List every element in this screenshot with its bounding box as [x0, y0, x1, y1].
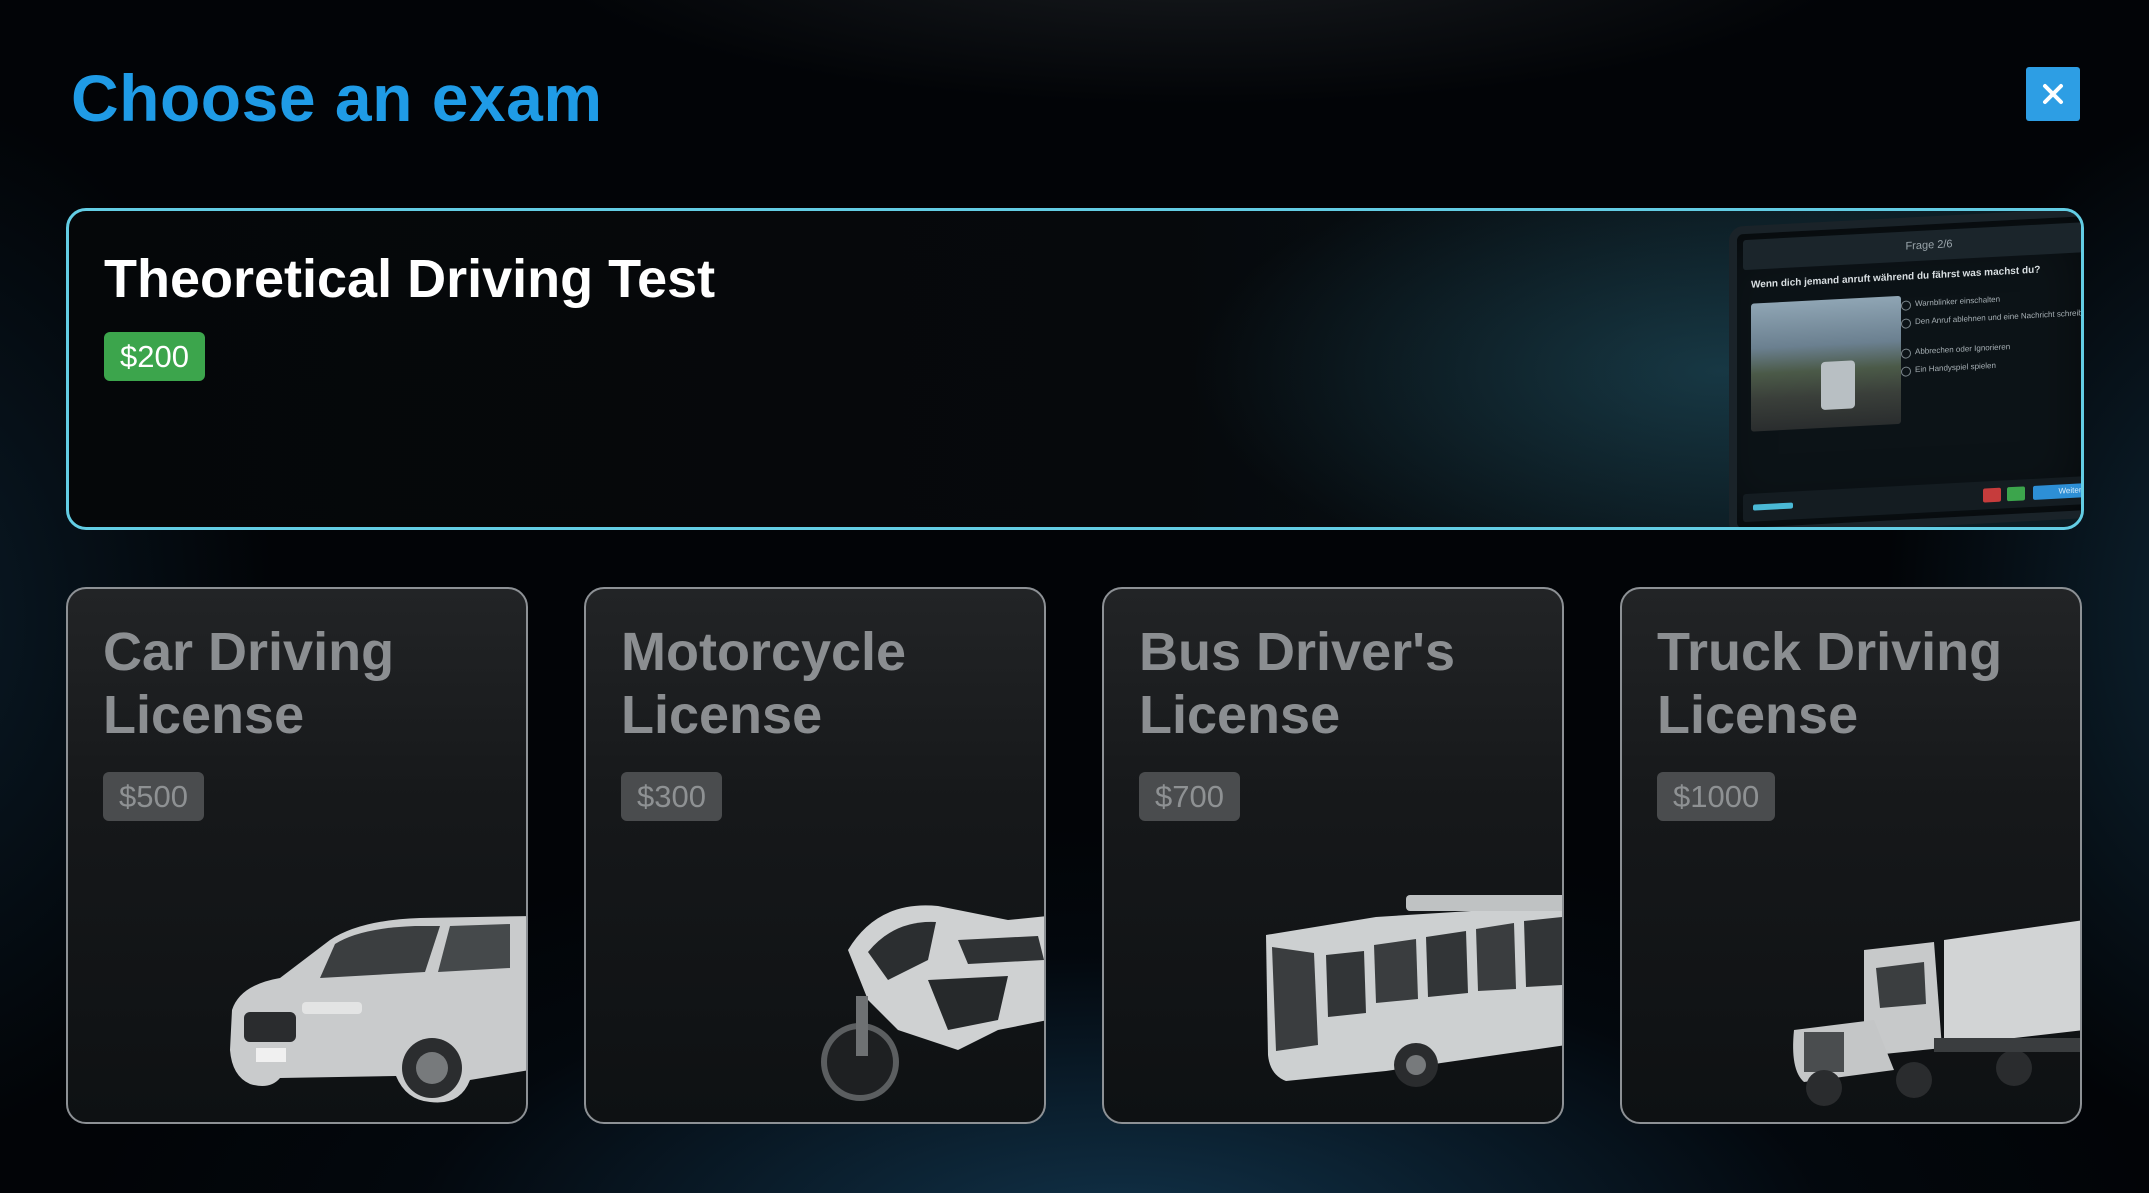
- bus-icon: [1266, 895, 1562, 1087]
- exam-title: Truck Driving License: [1657, 622, 2003, 745]
- exam-selection-screen: Choose an exam Theoretical Driving Test …: [0, 0, 2149, 1193]
- price-badge: $300: [621, 772, 722, 821]
- motorcycle-icon: [821, 905, 1044, 1101]
- exam-title: Car Driving License: [103, 622, 395, 745]
- tablet-option: Ein Handyspiel spielen: [1915, 360, 1996, 375]
- tablet-quiz-illustration: Frage 2/6 Wenn dich jemand anruft währen…: [1659, 211, 2081, 527]
- tablet-red-button: [1983, 487, 2001, 503]
- price-badge: $1000: [1657, 772, 1776, 821]
- exam-card-bus[interactable]: Bus Driver's License $700: [1102, 587, 1564, 1124]
- tablet-photo: [1751, 295, 1901, 432]
- close-icon: [2043, 84, 2063, 104]
- tablet-option: Abbrechen oder Ignorieren: [1915, 342, 2011, 357]
- exam-card-theoretical[interactable]: Theoretical Driving Test $200 Frage 2/6 …: [66, 208, 2084, 530]
- price-badge: $500: [103, 772, 204, 821]
- tablet-green-button: [2007, 486, 2025, 502]
- exam-title: Theoretical Driving Test: [104, 249, 716, 309]
- tablet-frame: Frage 2/6 Wenn dich jemand anruft währen…: [1729, 211, 2081, 527]
- exam-title: Motorcycle License: [621, 622, 907, 745]
- exam-card-car[interactable]: Car Driving License $500: [66, 587, 528, 1124]
- tablet-progress: [1753, 502, 1793, 511]
- tablet-header: Frage 2/6: [1743, 220, 2081, 271]
- car-icon: [230, 916, 526, 1103]
- tablet-next-button: Weiter: [2033, 482, 2081, 500]
- tablet-option: Warnblinker einschalten: [1915, 294, 2001, 309]
- truck-icon: [1793, 920, 2080, 1106]
- price-badge: $200: [104, 332, 205, 381]
- page-title: Choose an exam: [71, 61, 603, 135]
- tablet-footer: Weiter: [1743, 474, 2081, 523]
- exam-title: Bus Driver's License: [1139, 622, 1455, 745]
- exam-card-truck[interactable]: Truck Driving License $1000: [1620, 587, 2082, 1124]
- exam-card-motorcycle[interactable]: Motorcycle License $300: [584, 587, 1046, 1124]
- price-badge: $700: [1139, 772, 1240, 821]
- tablet-option: Den Anruf ablehnen und eine Nachricht sc…: [1915, 308, 2081, 326]
- close-button[interactable]: [2026, 67, 2080, 121]
